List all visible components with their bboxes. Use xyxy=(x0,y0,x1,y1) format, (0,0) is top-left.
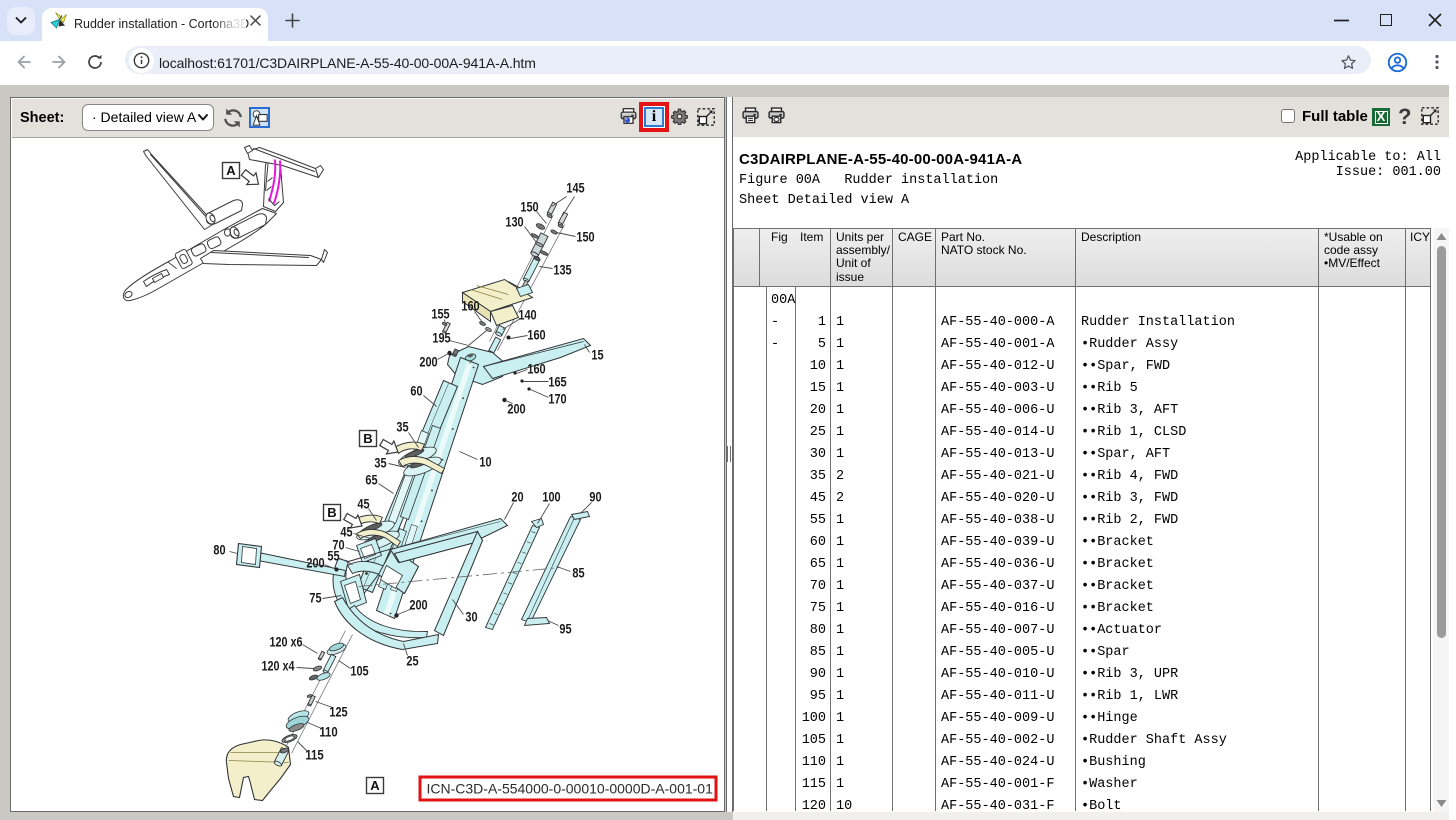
svg-text:100: 100 xyxy=(542,489,560,504)
svg-text:200: 200 xyxy=(419,354,437,369)
svg-text:60: 60 xyxy=(410,383,422,398)
svg-text:160: 160 xyxy=(527,327,545,342)
svg-text:170: 170 xyxy=(548,391,566,406)
svg-text:10: 10 xyxy=(479,454,491,469)
svg-text:200: 200 xyxy=(306,555,324,570)
svg-text:55: 55 xyxy=(327,548,340,563)
svg-text:150: 150 xyxy=(576,229,594,244)
svg-text:115: 115 xyxy=(305,747,324,762)
svg-text:105: 105 xyxy=(350,663,369,678)
svg-text:200: 200 xyxy=(507,401,525,416)
svg-text:25: 25 xyxy=(406,653,419,668)
svg-text:135: 135 xyxy=(553,262,572,277)
svg-text:30: 30 xyxy=(465,609,477,624)
svg-text:15: 15 xyxy=(591,347,604,362)
svg-text:145: 145 xyxy=(566,180,585,195)
svg-text:95: 95 xyxy=(559,621,572,636)
svg-text:20: 20 xyxy=(511,489,523,504)
svg-text:35: 35 xyxy=(396,419,409,434)
svg-text:85: 85 xyxy=(572,565,585,580)
svg-text:35: 35 xyxy=(374,455,387,470)
svg-text:150: 150 xyxy=(520,199,538,214)
svg-text:ICN-C3D-A-554000-0-00010-0000D: ICN-C3D-A-554000-0-00010-0000D-A-001-01 xyxy=(426,780,713,796)
svg-text:195: 195 xyxy=(432,330,451,345)
svg-text:120 x4: 120 x4 xyxy=(261,658,294,673)
svg-text:200: 200 xyxy=(409,597,427,612)
svg-text:160: 160 xyxy=(461,298,479,313)
svg-text:155: 155 xyxy=(431,306,450,321)
svg-text:140: 140 xyxy=(518,307,536,322)
svg-text:75: 75 xyxy=(309,590,322,605)
svg-text:65: 65 xyxy=(365,472,378,487)
svg-text:45: 45 xyxy=(357,496,370,511)
svg-text:125: 125 xyxy=(329,704,348,719)
svg-text:165: 165 xyxy=(548,374,567,389)
svg-text:120 x6: 120 x6 xyxy=(269,634,302,649)
svg-text:90: 90 xyxy=(589,489,601,504)
svg-text:B: B xyxy=(363,431,372,446)
svg-text:80: 80 xyxy=(213,542,225,557)
svg-text:B: B xyxy=(327,505,336,520)
svg-text:130: 130 xyxy=(505,214,523,229)
svg-text:160: 160 xyxy=(527,361,545,376)
svg-text:A: A xyxy=(370,778,380,793)
svg-text:110: 110 xyxy=(319,724,337,739)
svg-text:A: A xyxy=(226,163,236,178)
